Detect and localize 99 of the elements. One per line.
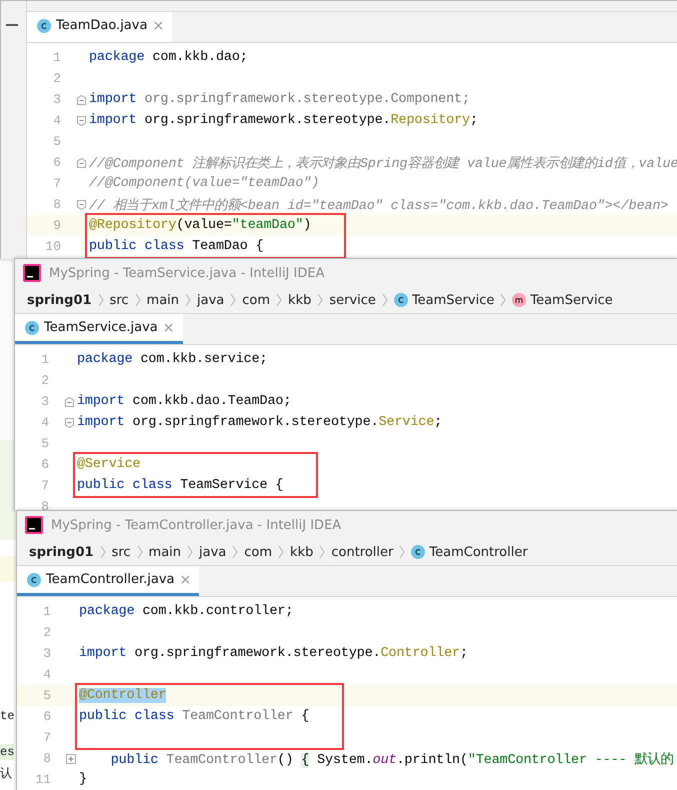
chevron-icon	[98, 544, 108, 560]
line-number: 9	[52, 218, 62, 233]
fold-icon[interactable]	[76, 116, 86, 126]
breadcrumb-item[interactable]: src	[110, 292, 129, 308]
line-number: 5	[40, 436, 50, 451]
line-number: 8	[40, 499, 50, 511]
breadcrumb-item[interactable]: com	[242, 292, 270, 308]
line-number: 5	[42, 688, 52, 703]
breadcrumb-item[interactable]: TeamService	[512, 292, 613, 308]
chevron-icon	[96, 292, 106, 308]
code-line: public TeamController() { System.out.println("TeamController ---- 默认的	[110, 751, 674, 768]
chevron-icon	[230, 544, 240, 560]
chevron-icon	[317, 544, 328, 560]
chevron-icon	[315, 292, 326, 308]
breadcrumb-item[interactable]: java	[197, 292, 224, 308]
line-number: 8	[42, 751, 52, 766]
line-number: 1	[52, 50, 62, 65]
line-number: 4	[40, 415, 50, 430]
chevron-icon	[132, 292, 143, 308]
background-text: te	[0, 708, 14, 724]
code-line: package com.kkb.controller;	[78, 604, 294, 619]
code-line: @Service	[76, 457, 140, 472]
app-icon	[23, 264, 41, 282]
line-number: 2	[40, 373, 50, 388]
fold-icon[interactable]	[64, 418, 74, 428]
expand-icon[interactable]	[66, 754, 76, 764]
editor-tab[interactable]: TeamService.java ×	[15, 314, 183, 344]
breadcrumb-item[interactable]: controller	[331, 544, 394, 560]
code-line: import com.kkb.dao.TeamDao;	[76, 394, 292, 409]
breadcrumb-item[interactable]: TeamController	[411, 544, 528, 560]
chevron-icon	[228, 292, 238, 308]
editor-tab[interactable]: TeamController.java ×	[17, 566, 200, 596]
line-number: 7	[42, 730, 52, 745]
fold-icon[interactable]	[76, 94, 86, 104]
breadcrumb-item[interactable]: kkb	[290, 544, 314, 560]
chevron-icon	[185, 544, 196, 560]
breadcrumb-item[interactable]: kkb	[288, 292, 312, 308]
code-line: package com.kkb.service;	[76, 352, 268, 367]
breadcrumb-item[interactable]: main	[146, 292, 180, 308]
chevron-icon	[276, 544, 286, 560]
breadcrumb-item[interactable]: main	[148, 544, 182, 560]
chevron-icon	[274, 292, 284, 308]
line-number: 3	[40, 394, 50, 409]
class-icon	[394, 293, 408, 307]
breadcrumb-item[interactable]: spring01	[29, 544, 94, 560]
code-line: @Repository(value="teamDao")	[88, 218, 312, 233]
breadcrumb-item[interactable]: service	[329, 292, 376, 308]
line-number: 4	[52, 113, 62, 128]
code-line: }	[78, 772, 87, 787]
code-line: //@Component(value="teamDao")	[88, 176, 320, 191]
line-number: 5	[52, 134, 62, 149]
line-number: 10	[44, 239, 62, 254]
fold-icon[interactable]	[64, 396, 74, 406]
line-number: 11	[34, 772, 52, 787]
method-icon	[512, 293, 526, 307]
class-icon	[37, 18, 51, 32]
window-title: MySpring - TeamService.java - IntelliJ IDEA	[49, 266, 324, 280]
chevron-icon	[380, 292, 390, 308]
line-number: 3	[42, 646, 52, 661]
line-number: 7	[40, 478, 50, 493]
line-number: 3	[52, 92, 62, 107]
line-number: 1	[42, 604, 52, 619]
editor-tab[interactable]: TeamDao.java ×	[27, 12, 172, 42]
line-number: 6	[52, 155, 62, 170]
breadcrumb-item[interactable]: com	[244, 544, 272, 560]
breadcrumb-item[interactable]: src	[112, 544, 131, 560]
line-number: 6	[42, 709, 52, 724]
background-text: es	[0, 744, 14, 760]
chevron-icon	[183, 292, 194, 308]
line-number: 2	[42, 625, 52, 640]
class-icon	[25, 320, 39, 334]
breadcrumb-item[interactable]: spring01	[27, 292, 92, 308]
line-number: 7	[52, 176, 62, 191]
line-number: 6	[40, 457, 50, 472]
code-line: import org.springframework.stereotype.Component;	[88, 92, 470, 107]
app-icon	[25, 516, 43, 534]
chevron-icon	[498, 292, 508, 308]
line-number: 4	[42, 667, 52, 682]
chevron-icon	[397, 544, 408, 560]
code-line: import org.springframework.stereotype.Service;	[76, 415, 442, 430]
class-icon	[411, 545, 426, 559]
line-number: 1	[40, 352, 50, 367]
code-line: import org.springframework.stereotype.Repository;	[88, 113, 478, 128]
fold-icon[interactable]	[76, 158, 86, 168]
code-line: public class TeamController {	[78, 709, 310, 724]
window-title: MySpring - TeamController.java - IntelliJ IDEA	[51, 518, 342, 532]
background-text: 认	[0, 766, 12, 782]
line-number: 8	[52, 197, 62, 212]
code-line: public class TeamDao {	[88, 239, 264, 254]
breadcrumb-item[interactable]: TeamService	[394, 292, 494, 308]
code-line: import org.springframework.stereotype.Controller;	[78, 646, 468, 661]
fold-icon[interactable]	[76, 200, 86, 210]
breadcrumb-item[interactable]: java	[199, 544, 226, 560]
line-number: 2	[52, 71, 62, 86]
code-line: public class TeamService {	[76, 478, 284, 493]
code-line: // 相当于xml文件中的额<bean id="teamDao" class="com.kkb.dao.TeamDao"></bean>	[88, 196, 668, 214]
code-line: package com.kkb.dao;	[88, 50, 248, 65]
class-icon	[27, 572, 41, 586]
chevron-icon	[134, 544, 145, 560]
